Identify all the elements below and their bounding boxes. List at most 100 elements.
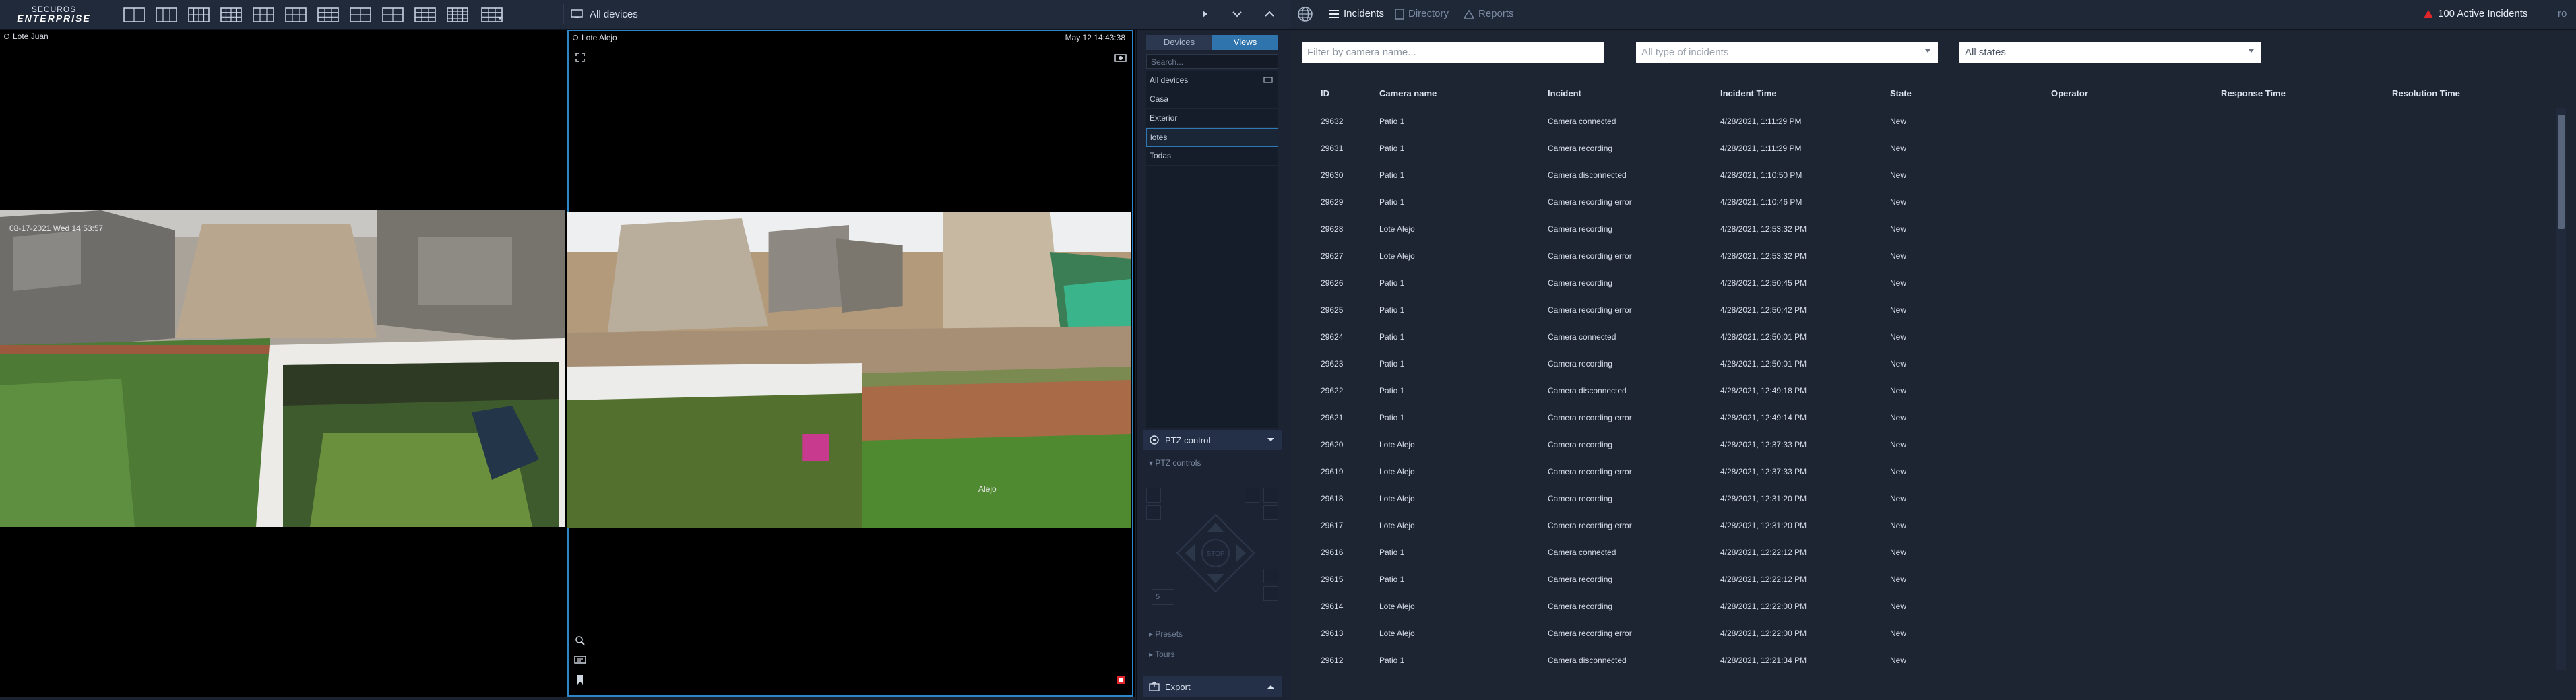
layout-3x3-icon[interactable] — [412, 6, 438, 24]
camera-filter-input[interactable]: Filter by camera name... — [1302, 42, 1604, 63]
play-icon[interactable] — [1193, 4, 1217, 24]
table-row[interactable]: 29621 Patio 1 Camera recording error 4/28/2… — [1302, 404, 2567, 431]
layout-2x2b-icon[interactable] — [380, 6, 406, 24]
layout-4x4-icon[interactable] — [445, 6, 470, 24]
cell-camera-name: Patio 1 — [1379, 144, 1405, 153]
cell-incident-time: 4/28/2021, 12:22:12 PM — [1720, 548, 1807, 557]
col-incident[interactable]: Incident — [1538, 85, 1710, 102]
table-row[interactable]: 29617 Lote Alejo Camera recording error 4/2… — [1302, 512, 2567, 539]
cell-camera-name: Lote Alejo — [1379, 521, 1415, 530]
focus-out-button[interactable] — [1146, 505, 1161, 520]
globe-icon[interactable] — [1296, 5, 1314, 23]
view-item-casa[interactable]: Casa — [1146, 90, 1278, 109]
col-resolution-time[interactable]: Resolution Time — [2392, 85, 2561, 102]
view-item-todas[interactable]: Todas — [1146, 147, 1278, 166]
layout-grid-icon[interactable] — [218, 6, 244, 24]
table-row[interactable]: 29618 Lote Alejo Camera recording 4/28/2021… — [1302, 485, 2567, 512]
cell-state: New — [1890, 467, 1907, 476]
layout-2x2-icon[interactable] — [348, 6, 373, 24]
bookmark-icon[interactable] — [573, 672, 588, 687]
fullscreen-icon[interactable] — [573, 50, 588, 65]
table-row[interactable]: 29613 Lote Alejo Camera recording error 4/2… — [1302, 620, 2567, 647]
presets-section[interactable]: ▸ Presets — [1149, 629, 1183, 639]
table-row[interactable]: 29622 Patio 1 Camera disconnected 4/28/2021… — [1302, 377, 2567, 404]
nav-reports[interactable]: Reports — [1464, 8, 1514, 20]
layout-1x2-icon[interactable] — [121, 6, 147, 24]
layout-2x3-icon[interactable] — [251, 6, 276, 24]
view-item-exterior[interactable]: Exterior — [1146, 109, 1278, 128]
cell-camera-name: Patio 1 — [1379, 548, 1405, 557]
nav-incidents[interactable]: Incidents — [1329, 8, 1384, 20]
chevron-down-icon[interactable] — [1225, 4, 1249, 24]
active-incidents-indicator[interactable]: 100 Active Incidents — [2423, 8, 2527, 20]
col-response-time[interactable]: Response Time — [2221, 85, 2392, 102]
layout-1x3-icon[interactable] — [154, 6, 179, 24]
state-select[interactable]: All states — [1959, 42, 2261, 63]
views-search-input[interactable]: Search... — [1146, 54, 1278, 69]
table-row[interactable]: 29612 Patio 1 Camera disconnected 4/28/2021… — [1302, 647, 2567, 670]
ptz-speed-input[interactable]: 5 — [1152, 589, 1174, 605]
layout-dropdown-icon[interactable] — [477, 6, 507, 24]
zoom-icon[interactable] — [573, 633, 588, 648]
tab-views[interactable]: Views — [1212, 35, 1278, 50]
cell-id: 29625 — [1321, 305, 1344, 315]
incident-type-select[interactable]: All type of incidents — [1636, 42, 1938, 63]
archive-icon[interactable] — [573, 652, 588, 667]
camera-timestamp: May 12 14:43:38 — [1065, 33, 1125, 42]
camera-tile-lote-juan[interactable]: Lote Juan 08-17-2021 Wed 14:53:57 — [0, 30, 565, 697]
table-row[interactable]: 29626 Patio 1 Camera recording 4/28/2021, 1… — [1302, 269, 2567, 296]
cell-incident: Camera recording error — [1548, 521, 1632, 530]
nav-directory[interactable]: Directory — [1395, 8, 1449, 20]
col-state[interactable]: State — [1881, 85, 2051, 102]
table-row[interactable]: 29629 Patio 1 Camera recording error 4/28/2… — [1302, 189, 2567, 216]
col-operator[interactable]: Operator — [2051, 85, 2221, 102]
col-camera-name[interactable]: Camera name — [1369, 85, 1538, 102]
table-row[interactable]: 29630 Patio 1 Camera disconnected 4/28/2021… — [1302, 162, 2567, 189]
layout-mixed-icon[interactable] — [283, 6, 309, 24]
iris-button[interactable] — [1263, 505, 1278, 520]
layout-2x4-icon[interactable] — [186, 6, 212, 24]
view-item-all-devices[interactable]: All devices — [1146, 71, 1278, 90]
table-row[interactable]: 29628 Lote Alejo Camera recording 4/28/2021… — [1302, 216, 2567, 243]
record-alarm-icon[interactable] — [1113, 672, 1128, 687]
monitor-icon — [1263, 77, 1273, 83]
table-row[interactable]: 29620 Lote Alejo Camera recording 4/28/2021… — [1302, 431, 2567, 458]
cell-incident: Camera recording — [1548, 602, 1613, 611]
zoom-out-button[interactable] — [1146, 488, 1161, 503]
camera-tile-lote-alejo[interactable]: Lote Alejo May 12 14:43:38 Alejo — [567, 30, 1133, 697]
col-incident-time[interactable]: Incident Time — [1710, 85, 1881, 102]
tours-section[interactable]: ▸ Tours — [1149, 649, 1174, 659]
table-row[interactable]: 29625 Patio 1 Camera recording error 4/28/2… — [1302, 296, 2567, 323]
iris-open-button[interactable] — [1263, 569, 1278, 583]
zoom-in-button[interactable] — [1245, 488, 1259, 503]
iris-close-button[interactable] — [1263, 586, 1278, 601]
table-row[interactable]: 29614 Lote Alejo Camera recording 4/28/2021… — [1302, 593, 2567, 620]
ptz-control-header[interactable]: PTZ control — [1143, 430, 1282, 450]
col-id[interactable]: ID — [1302, 85, 1369, 102]
table-row[interactable]: 29624 Patio 1 Camera connected 4/28/2021, 1… — [1302, 323, 2567, 350]
cell-incident: Camera connected — [1548, 332, 1616, 342]
table-row[interactable]: 29627 Lote Alejo Camera recording error 4/2… — [1302, 243, 2567, 269]
table-row[interactable]: 29631 Patio 1 Camera recording 4/28/2021, 1… — [1302, 135, 2567, 162]
chevron-up-icon[interactable] — [1257, 4, 1282, 24]
ptz-controls-section[interactable]: ▾ PTZ controls — [1149, 458, 1201, 468]
table-row[interactable]: 29623 Patio 1 Camera recording 4/28/2021, 1… — [1302, 350, 2567, 377]
user-menu[interactable]: ro — [2558, 8, 2567, 20]
cell-incident-time: 4/28/2021, 1:11:29 PM — [1720, 144, 1802, 153]
table-row[interactable]: 29615 Patio 1 Camera recording 4/28/2021, 1… — [1302, 566, 2567, 593]
table-row[interactable]: 29632 Patio 1 Camera connected 4/28/2021, 1… — [1302, 108, 2567, 135]
cell-incident: Camera recording error — [1548, 251, 1632, 261]
scrollbar-thumb[interactable] — [2558, 115, 2565, 229]
view-item-lotes[interactable]: lotes — [1146, 128, 1278, 147]
all-devices-button[interactable]: All devices — [563, 4, 651, 24]
focus-in-button[interactable] — [1263, 488, 1278, 503]
incidents-scrollbar[interactable] — [2556, 108, 2566, 670]
table-row[interactable]: 29619 Lote Alejo Camera recording error 4/2… — [1302, 458, 2567, 485]
ptz-joystick[interactable]: STOP — [1172, 509, 1259, 597]
table-row[interactable]: 29616 Patio 1 Camera connected 4/28/2021, 1… — [1302, 539, 2567, 566]
export-header[interactable]: Export — [1143, 676, 1282, 697]
video-frame: 08-17-2021 Wed 14:53:57 — [0, 210, 565, 527]
tab-devices[interactable]: Devices — [1146, 35, 1212, 50]
layout-mixed2-icon[interactable] — [315, 6, 341, 24]
snapshot-icon[interactable] — [1113, 50, 1128, 65]
